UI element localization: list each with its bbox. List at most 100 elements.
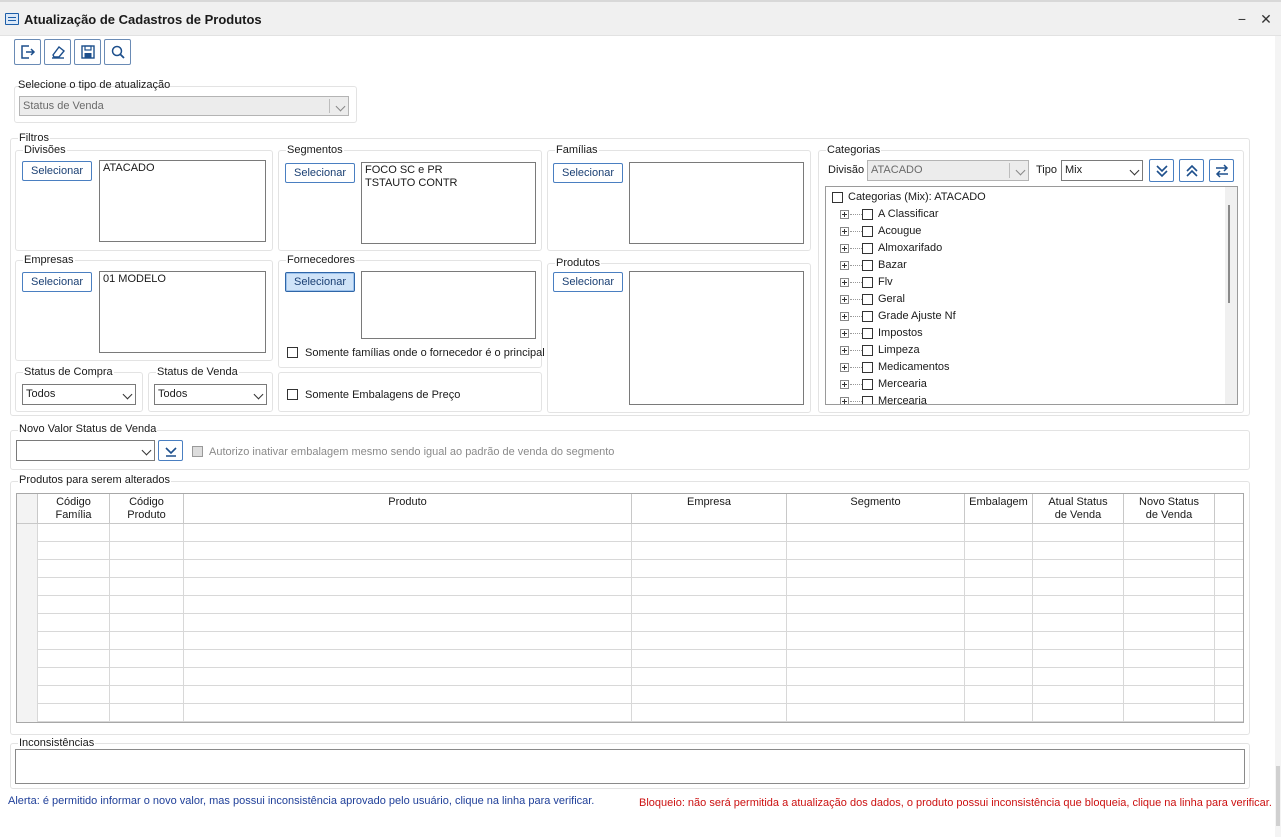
table-cell[interactable] <box>787 650 965 668</box>
exit-button[interactable] <box>14 39 41 65</box>
fornecedores-select-button[interactable]: Selecionar <box>285 272 355 292</box>
table-cell[interactable] <box>1033 668 1124 686</box>
table-cell[interactable] <box>787 524 965 542</box>
table-cell[interactable] <box>965 668 1033 686</box>
table-cell[interactable] <box>1033 524 1124 542</box>
somente-familias-checkbox[interactable] <box>287 347 298 358</box>
table-row[interactable] <box>17 560 1243 578</box>
categorias-tree[interactable]: Categorias (Mix): ATACADO A Classificar A… <box>825 186 1238 405</box>
tree-expand-icon[interactable] <box>840 397 849 404</box>
table-cell[interactable] <box>965 542 1033 560</box>
grid-column-header[interactable]: Atual Status de Venda <box>1033 494 1124 524</box>
table-cell[interactable] <box>184 686 632 704</box>
tree-expand-icon[interactable] <box>840 329 849 338</box>
table-cell[interactable] <box>110 686 184 704</box>
table-cell[interactable] <box>1033 578 1124 596</box>
table-cell[interactable] <box>184 668 632 686</box>
row-indicator[interactable] <box>17 578 38 596</box>
novo-valor-select[interactable] <box>16 440 155 461</box>
table-cell[interactable] <box>38 686 110 704</box>
table-cell[interactable] <box>110 704 184 722</box>
table-cell[interactable] <box>38 578 110 596</box>
table-cell[interactable] <box>965 596 1033 614</box>
divisao-select[interactable]: ATACADO <box>867 160 1029 181</box>
table-cell[interactable] <box>38 650 110 668</box>
table-cell[interactable] <box>184 632 632 650</box>
table-cell[interactable] <box>787 668 965 686</box>
table-cell[interactable] <box>965 650 1033 668</box>
table-cell[interactable] <box>38 632 110 650</box>
tree-item[interactable]: Limpeza <box>840 342 1220 359</box>
tree-item[interactable]: A Classificar <box>840 206 1220 223</box>
table-cell[interactable] <box>110 596 184 614</box>
table-cell[interactable] <box>965 704 1033 722</box>
table-cell[interactable] <box>1124 578 1215 596</box>
table-cell[interactable] <box>110 524 184 542</box>
table-row[interactable] <box>17 650 1243 668</box>
close-button[interactable]: ✕ <box>1257 10 1275 28</box>
grid-column-header[interactable]: Código Família <box>38 494 110 524</box>
table-cell[interactable] <box>787 614 965 632</box>
table-cell[interactable] <box>632 650 787 668</box>
table-cell[interactable] <box>38 542 110 560</box>
table-row[interactable] <box>17 668 1243 686</box>
minimize-button[interactable]: − <box>1233 10 1251 28</box>
table-cell[interactable] <box>787 542 965 560</box>
familias-select-button[interactable]: Selecionar <box>553 163 623 183</box>
table-cell[interactable] <box>184 578 632 596</box>
tree-item[interactable]: Grade Ajuste Nf <box>840 308 1220 325</box>
swap-button[interactable] <box>1209 159 1234 182</box>
tree-expand-icon[interactable] <box>840 210 849 219</box>
tree-item-checkbox[interactable] <box>862 277 873 288</box>
tree-expand-icon[interactable] <box>840 346 849 355</box>
table-cell[interactable] <box>110 614 184 632</box>
list-item[interactable]: 01 MODELO <box>103 273 262 286</box>
tree-item[interactable]: Bazar <box>840 257 1220 274</box>
tree-item-checkbox[interactable] <box>862 209 873 220</box>
table-cell[interactable] <box>38 596 110 614</box>
produtos-grid[interactable]: Código Família Código Produto Produto Empre… <box>16 493 1244 723</box>
table-cell[interactable] <box>1033 650 1124 668</box>
table-cell[interactable] <box>787 632 965 650</box>
tree-item-checkbox[interactable] <box>862 345 873 356</box>
table-cell[interactable] <box>1124 542 1215 560</box>
table-cell[interactable] <box>965 632 1033 650</box>
segmentos-select-button[interactable]: Selecionar <box>285 163 355 183</box>
tree-item[interactable]: Mercearia <box>840 376 1220 393</box>
list-item[interactable]: FOCO SC e PR <box>365 164 532 177</box>
tree-expand-icon[interactable] <box>840 261 849 270</box>
table-row[interactable] <box>17 596 1243 614</box>
table-cell[interactable] <box>38 560 110 578</box>
empresas-select-button[interactable]: Selecionar <box>22 272 92 292</box>
table-cell[interactable] <box>632 596 787 614</box>
table-row[interactable] <box>17 578 1243 596</box>
status-compra-select[interactable]: Todos <box>22 384 136 405</box>
tree-item-checkbox[interactable] <box>862 328 873 339</box>
table-cell[interactable] <box>632 632 787 650</box>
inconsistencias-box[interactable] <box>15 749 1245 784</box>
divisoes-list[interactable]: ATACADO <box>99 160 266 242</box>
row-indicator[interactable] <box>17 632 38 650</box>
table-cell[interactable] <box>632 524 787 542</box>
tree-root-checkbox[interactable] <box>832 192 843 203</box>
table-cell[interactable] <box>184 542 632 560</box>
table-cell[interactable] <box>787 578 965 596</box>
tree-expand-icon[interactable] <box>840 380 849 389</box>
table-cell[interactable] <box>965 578 1033 596</box>
row-indicator[interactable] <box>17 668 38 686</box>
tree-item-checkbox[interactable] <box>862 260 873 271</box>
table-cell[interactable] <box>787 596 965 614</box>
row-indicator[interactable] <box>17 650 38 668</box>
tree-item[interactable]: Geral <box>840 291 1220 308</box>
tree-item-checkbox[interactable] <box>862 379 873 390</box>
tree-item-checkbox[interactable] <box>862 311 873 322</box>
table-row[interactable] <box>17 632 1243 650</box>
row-indicator[interactable] <box>17 614 38 632</box>
table-cell[interactable] <box>184 596 632 614</box>
tree-item-checkbox[interactable] <box>862 226 873 237</box>
tree-item[interactable]: Impostos <box>840 325 1220 342</box>
table-cell[interactable] <box>632 578 787 596</box>
table-cell[interactable] <box>632 560 787 578</box>
grid-column-header[interactable]: Código Produto <box>110 494 184 524</box>
table-cell[interactable] <box>184 704 632 722</box>
